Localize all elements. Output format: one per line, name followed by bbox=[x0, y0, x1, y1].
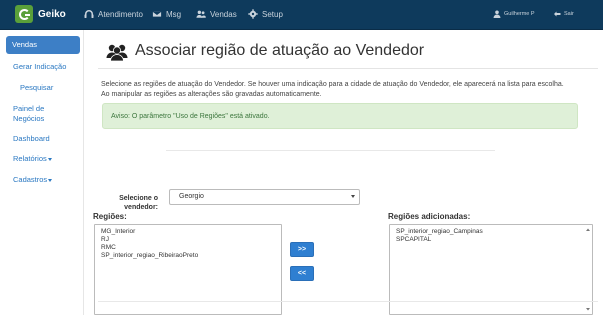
user-name: Guilherme P bbox=[504, 11, 535, 17]
envelope-icon bbox=[152, 10, 162, 18]
nav-item-msg[interactable]: Msg bbox=[152, 9, 181, 19]
seller-select[interactable]: Georgio bbox=[169, 189, 360, 205]
nav-item-setup[interactable]: Setup bbox=[248, 9, 283, 19]
nav-item-label: Setup bbox=[262, 9, 283, 19]
user-icon bbox=[493, 10, 501, 18]
logout-icon bbox=[554, 11, 561, 17]
nav-item-label: Msg bbox=[166, 9, 182, 19]
add-region-button[interactable]: >> bbox=[290, 242, 314, 257]
regions-label: Regiões: bbox=[93, 212, 127, 221]
list-item[interactable]: SPCAPITAL bbox=[396, 236, 586, 244]
intro-line: Ao manipular as regiões as alterações sã… bbox=[101, 91, 322, 98]
brand-logo[interactable] bbox=[15, 5, 33, 23]
remove-region-button[interactable]: << bbox=[290, 266, 314, 281]
sidebar-item-painel-de[interactable]: Painel de bbox=[13, 104, 87, 114]
divider bbox=[98, 68, 598, 69]
sidebar-item-vendas[interactable]: Vendas bbox=[6, 36, 80, 54]
sidebar: Vendas Gerar Indicação Pesquisar Painel … bbox=[0, 30, 84, 315]
brand-name[interactable]: Geiko bbox=[38, 9, 66, 20]
scroll-up-icon[interactable] bbox=[585, 227, 591, 233]
sidebar-item-pesquisar[interactable]: Pesquisar bbox=[20, 83, 94, 93]
users-icon bbox=[196, 10, 206, 18]
logout-link[interactable]: Sair bbox=[553, 10, 574, 18]
gear-icon bbox=[248, 9, 258, 19]
intro-line: Selecione as regiões de atuação do Vende… bbox=[101, 81, 564, 88]
divider bbox=[98, 301, 598, 302]
caret-down-icon bbox=[48, 178, 53, 182]
sidebar-item-label: Relatórios bbox=[13, 154, 47, 163]
main-content: Associar região de atuação ao Vendedor S… bbox=[90, 30, 603, 315]
scroll-down-icon[interactable] bbox=[585, 306, 591, 312]
list-item[interactable]: RMC bbox=[101, 244, 275, 252]
seller-label-line: vendedor: bbox=[124, 204, 158, 211]
sidebar-item-gerar-indicacao[interactable]: Gerar Indicação bbox=[13, 62, 87, 72]
added-regions-label: Regiões adicionadas: bbox=[388, 212, 471, 221]
nav-item-label: Vendas bbox=[210, 9, 237, 19]
page-title: Associar região de atuação ao Vendedor bbox=[135, 42, 425, 59]
divider bbox=[166, 150, 495, 151]
logout-label: Sair bbox=[564, 11, 574, 17]
seller-label: Selecione o vendedor: bbox=[108, 194, 158, 212]
sidebar-item-dashboard[interactable]: Dashboard bbox=[13, 134, 87, 144]
sidebar-item-label: Cadastros bbox=[13, 175, 48, 184]
caret-down-icon bbox=[47, 157, 52, 161]
users-icon bbox=[106, 44, 128, 62]
sidebar-item-cadastros[interactable]: Cadastros bbox=[13, 175, 87, 185]
alert-success: Aviso: O parâmetro "Uso de Regiões" está… bbox=[102, 103, 578, 129]
nav-item-label: Atendimento bbox=[98, 9, 143, 19]
list-item[interactable]: RJ bbox=[101, 236, 275, 244]
nav-item-vendas[interactable]: Vendas bbox=[196, 9, 237, 19]
list-item[interactable]: SP_interior_regiao_RibeiraoPreto bbox=[101, 252, 275, 260]
seller-label-line: Selecione o bbox=[119, 195, 158, 202]
sidebar-item-negocios[interactable]: Negócios bbox=[13, 114, 87, 124]
sidebar-item-relatorios[interactable]: Relatórios bbox=[13, 154, 87, 164]
chevron-down-icon bbox=[351, 195, 355, 198]
list-item[interactable]: SP_interior_regiao_Campinas bbox=[396, 228, 586, 236]
nav-item-atendimento[interactable]: Atendimento bbox=[84, 9, 143, 19]
intro-text: Selecione as regiões de atuação do Vende… bbox=[101, 80, 591, 100]
seller-select-value: Georgio bbox=[179, 193, 204, 200]
top-navbar: Geiko Atendimento Msg Vendas Setup Guilh… bbox=[0, 0, 603, 30]
list-item[interactable]: MG_Interior bbox=[101, 228, 275, 236]
user-menu[interactable]: Guilherme P bbox=[493, 10, 535, 18]
headset-icon bbox=[84, 10, 94, 18]
